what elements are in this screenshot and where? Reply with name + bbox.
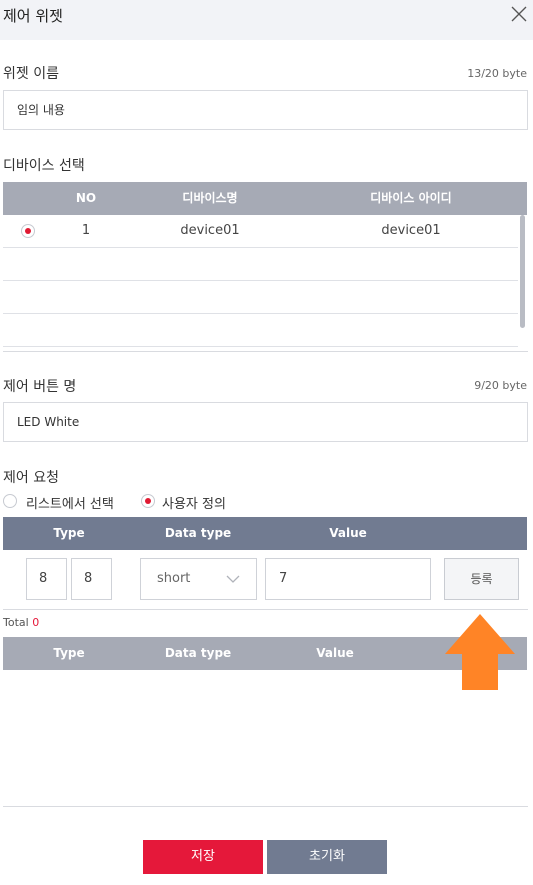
total-count: 0 (32, 616, 40, 629)
device-select-label: 디바이스 선택 (3, 158, 85, 174)
request-table-header: Type Data type Value (3, 517, 527, 550)
type-input-2[interactable]: 8 (71, 558, 112, 600)
column-type: Type (53, 526, 85, 540)
data-type-selected-value: short (157, 571, 191, 586)
device-select-radio[interactable] (21, 224, 35, 238)
device-name: device01 (180, 223, 240, 238)
table-row (3, 314, 518, 347)
data-type-select[interactable]: short (140, 558, 257, 600)
section-divider (3, 806, 528, 807)
widget-name-label: 위젯 이름 (3, 66, 59, 82)
control-button-name-label: 제어 버튼 명 (3, 379, 77, 395)
user-defined-radio[interactable] (141, 494, 155, 508)
column-data-type: Data type (164, 526, 232, 540)
type-input-1[interactable]: 8 (26, 558, 67, 600)
total-label: Total 0 (3, 616, 39, 629)
control-button-name-input[interactable]: LED White (3, 402, 528, 442)
dialog-header: 제어 위젯 (0, 0, 533, 40)
column-value: Value (316, 646, 354, 660)
device-table-body: 1 device01 device01 (3, 215, 527, 347)
device-no: 1 (81, 223, 91, 238)
save-button[interactable]: 저장 (143, 840, 263, 874)
table-row[interactable]: 1 device01 device01 (3, 215, 518, 248)
reset-button[interactable]: 초기화 (267, 840, 387, 874)
section-divider (3, 609, 528, 610)
column-device-name: 디바이스명 (182, 191, 238, 205)
total-text: Total (3, 616, 29, 629)
widget-name-input[interactable]: 임의 내용 (3, 90, 528, 130)
control-request-label: 제어 요청 (3, 470, 59, 486)
device-table-header: NO 디바이스명 디바이스 아이디 (3, 182, 527, 215)
user-defined-label[interactable]: 사용자 정의 (162, 493, 226, 512)
column-no: NO (75, 191, 97, 205)
register-button[interactable]: 등록 (444, 558, 519, 600)
control-button-name-byte-count: 9/20 byte (474, 379, 527, 392)
chevron-down-icon (226, 575, 240, 583)
widget-name-byte-count: 13/20 byte (467, 67, 527, 80)
column-data-type: Data type (164, 646, 232, 660)
device-table-scrollbar[interactable] (520, 215, 525, 328)
close-icon[interactable] (509, 4, 529, 24)
column-value: Value (329, 526, 367, 540)
value-input[interactable]: 7 (265, 558, 431, 600)
arrow-up-icon (445, 614, 515, 690)
select-from-list-radio[interactable] (3, 494, 17, 508)
dialog-title: 제어 위젯 (3, 7, 63, 25)
select-from-list-label[interactable]: 리스트에서 선택 (26, 493, 114, 512)
section-divider (3, 351, 528, 352)
table-row (3, 281, 518, 314)
column-device-id: 디바이스 아이디 (370, 191, 452, 205)
column-type: Type (53, 646, 85, 660)
table-row (3, 248, 518, 281)
device-id: device01 (381, 223, 441, 238)
